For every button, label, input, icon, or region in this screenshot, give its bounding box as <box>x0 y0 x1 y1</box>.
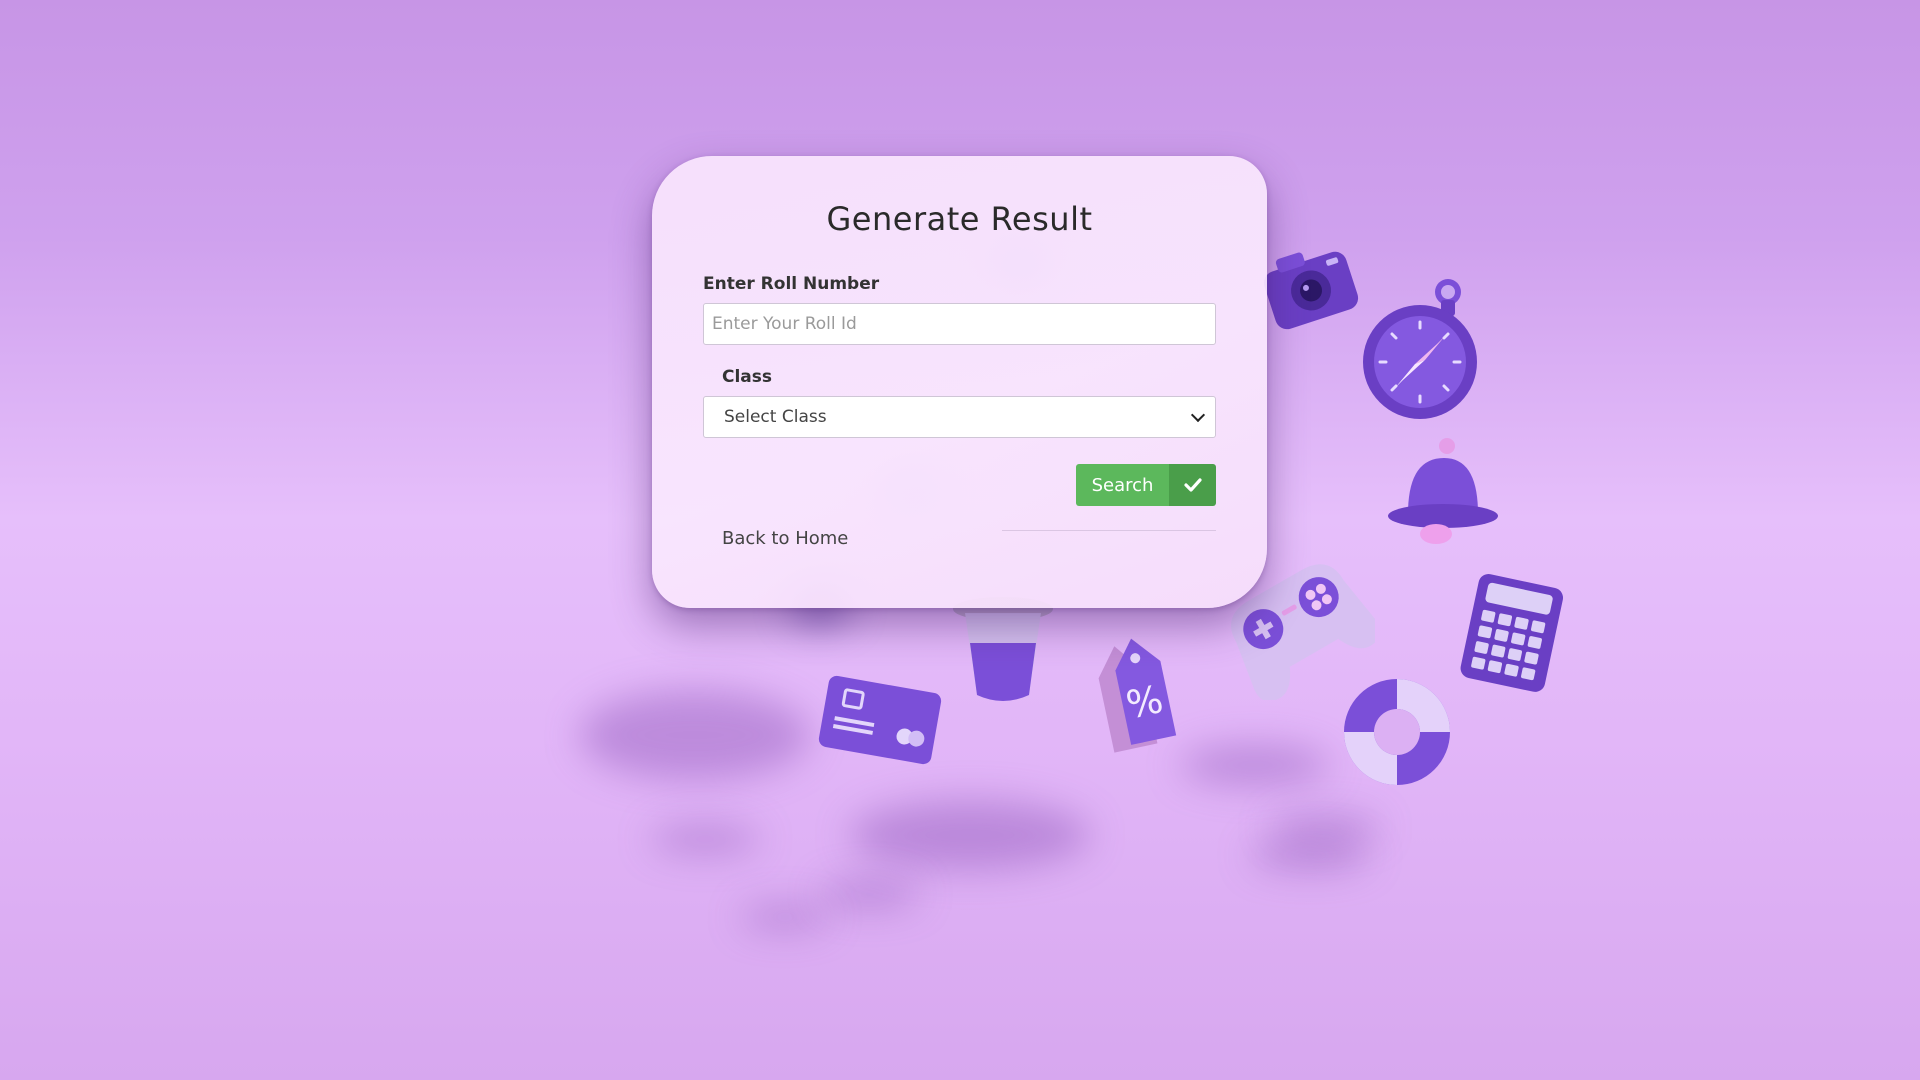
chevron-down-icon <box>1190 407 1206 422</box>
compass-icon <box>1363 279 1477 419</box>
cup-icon <box>953 597 1053 701</box>
floor-shadow <box>1250 840 1370 870</box>
result-form-card: Generate Result Enter Roll Number Class … <box>652 156 1267 608</box>
bell-icon <box>1388 438 1498 544</box>
background-scene: % Generate Result Enter Roll Number Clas… <box>0 0 1920 1080</box>
floor-shadow <box>820 880 920 908</box>
camera-icon <box>1263 251 1359 330</box>
class-select[interactable]: Select Class <box>703 396 1216 438</box>
floor-shadow <box>580 690 810 780</box>
floor-shadow <box>650 825 760 853</box>
calculator-icon <box>1460 574 1564 692</box>
credit-card-icon <box>818 675 942 765</box>
roll-number-label: Enter Roll Number <box>703 274 880 294</box>
divider <box>1002 530 1216 531</box>
floor-shadow <box>1180 745 1330 785</box>
class-label: Class <box>722 367 773 387</box>
floor-shadow <box>850 800 1090 870</box>
roll-number-input[interactable] <box>703 303 1216 345</box>
back-to-home-link[interactable]: Back to Home <box>722 528 848 549</box>
search-button[interactable]: Search <box>1076 464 1216 506</box>
class-select-value: Select Class <box>724 407 827 427</box>
search-button-label: Search <box>1076 464 1169 506</box>
lifebuoy-icon <box>1344 679 1450 785</box>
check-icon <box>1169 464 1216 506</box>
floor-shadow <box>1270 815 1380 841</box>
page-title: Generate Result <box>826 200 1093 238</box>
discount-tag-icon: % <box>1098 638 1177 753</box>
floor-shadow <box>740 905 830 929</box>
